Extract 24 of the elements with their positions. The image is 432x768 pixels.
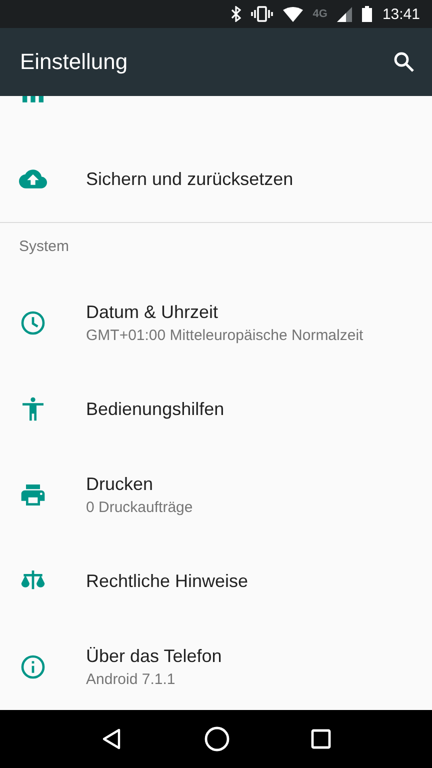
bluetooth-icon [230, 6, 241, 22]
app-bar-title: Einstellung [20, 49, 128, 75]
clock-time: 13:41 [382, 6, 420, 22]
vibrate-icon [250, 6, 273, 22]
recents-icon[interactable] [311, 729, 332, 749]
info-icon [19, 653, 47, 681]
setting-subtitle: GMT+01:00 Mitteleuropäische Normalzeit [86, 327, 364, 344]
setting-subtitle: Android 7.1.1 [86, 671, 176, 688]
search-icon[interactable] [392, 50, 416, 74]
setting-subtitle: 0 Druckaufträge [86, 499, 193, 516]
setting-title[interactable]: Bedienungshilfen [86, 398, 224, 420]
home-icon[interactable] [204, 726, 230, 752]
section-header: System [19, 238, 70, 255]
setting-title[interactable]: Drucken [86, 474, 193, 495]
signal-icon [337, 6, 352, 22]
setting-title[interactable]: Rechtliche Hinweise [86, 570, 248, 592]
battery-icon [362, 6, 372, 22]
setting-title[interactable]: Über das Telefon [86, 646, 222, 667]
setting-title[interactable]: Sichern und zurücksetzen [86, 168, 294, 190]
setting-title[interactable]: Datum & Uhrzeit [86, 302, 364, 323]
network-type: 4G [312, 8, 328, 20]
back-icon[interactable] [100, 728, 123, 750]
wifi-icon [282, 6, 303, 22]
clock-icon [19, 309, 47, 337]
